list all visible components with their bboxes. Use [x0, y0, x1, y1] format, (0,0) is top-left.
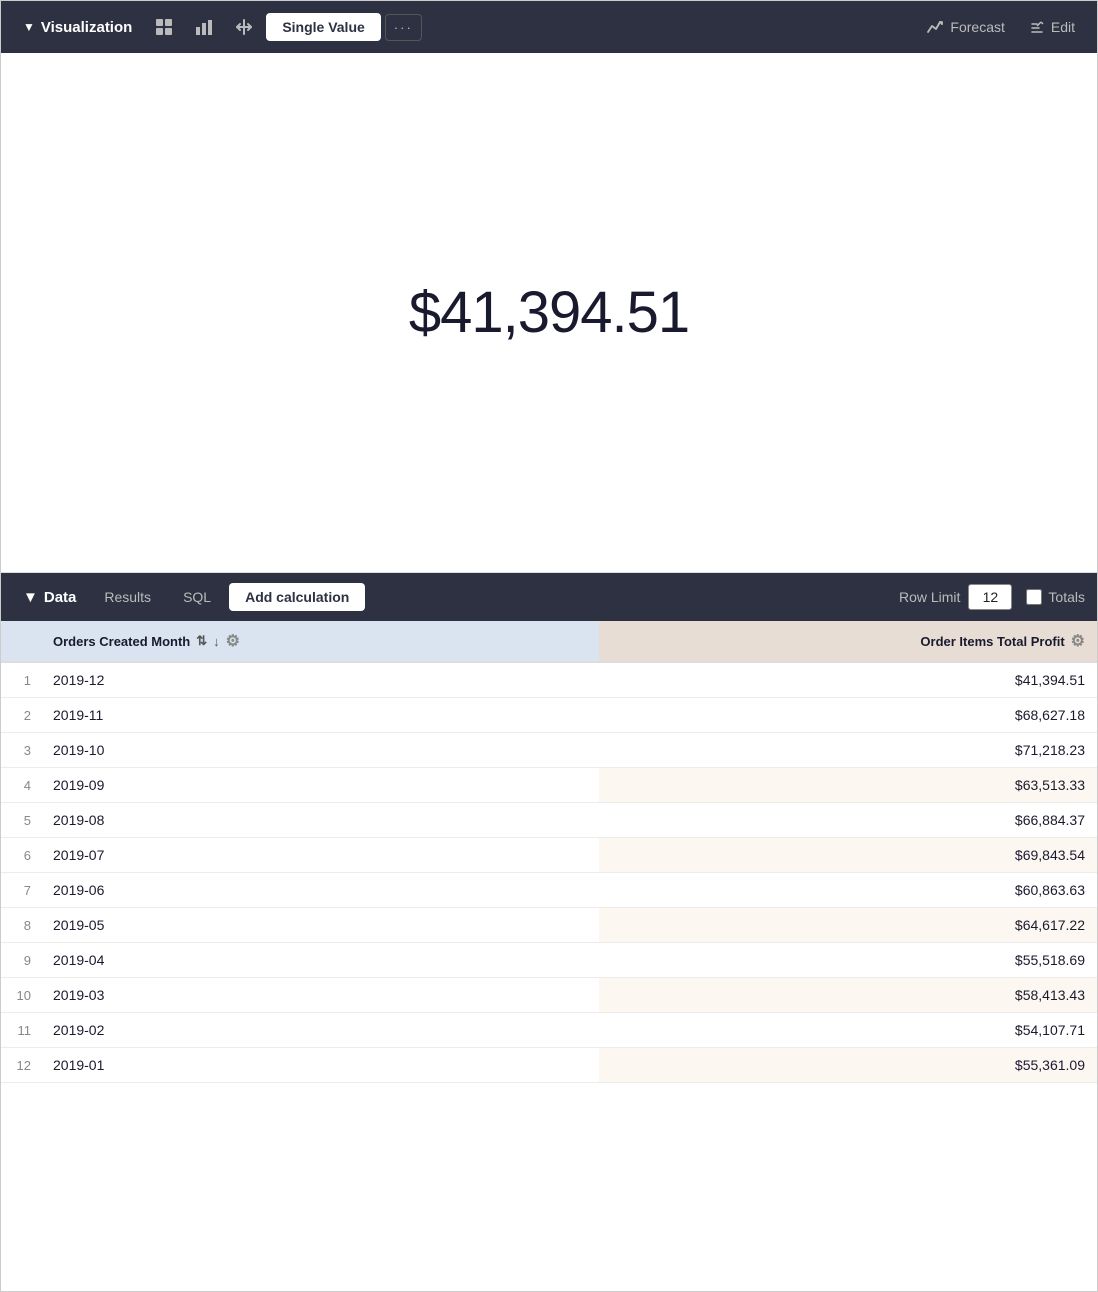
table-row: 7 2019-06 $60,863.63: [1, 873, 1097, 908]
row-date: 2019-06: [41, 873, 599, 908]
row-num: 8: [1, 908, 41, 943]
row-num: 11: [1, 1013, 41, 1048]
row-date: 2019-08: [41, 803, 599, 838]
row-profit: $64,617.22: [599, 908, 1097, 943]
sql-tab[interactable]: SQL: [169, 583, 225, 611]
col-profit-label: Order Items Total Profit: [920, 634, 1064, 649]
row-num: 7: [1, 873, 41, 908]
row-profit: $66,884.37: [599, 803, 1097, 838]
table-row: 1 2019-12 $41,394.51: [1, 662, 1097, 698]
row-date: 2019-11: [41, 698, 599, 733]
row-limit-label: Row Limit: [899, 589, 960, 605]
row-num: 5: [1, 803, 41, 838]
visualization-label: Visualization: [41, 19, 132, 36]
row-profit: $58,413.43: [599, 978, 1097, 1013]
chevron-down-icon: ▼: [23, 20, 35, 34]
col-header-row-num: [1, 621, 41, 662]
bar-chart-icon-button[interactable]: [186, 11, 222, 43]
add-calculation-button[interactable]: Add calculation: [229, 583, 365, 611]
row-date: 2019-05: [41, 908, 599, 943]
data-toggle[interactable]: ▼ Data: [13, 583, 86, 612]
data-label: Data: [44, 589, 77, 606]
table-row: 11 2019-02 $54,107.71: [1, 1013, 1097, 1048]
single-value-tab[interactable]: Single Value: [266, 13, 380, 41]
row-profit: $68,627.18: [599, 698, 1097, 733]
forecast-button[interactable]: Forecast: [916, 12, 1014, 42]
row-date: 2019-03: [41, 978, 599, 1013]
row-num: 6: [1, 838, 41, 873]
visualization-area: $41,394.51: [1, 53, 1097, 573]
table-row: 10 2019-03 $58,413.43: [1, 978, 1097, 1013]
row-num: 1: [1, 662, 41, 698]
table-row: 2 2019-11 $68,627.18: [1, 698, 1097, 733]
data-table-wrapper: Orders Created Month ⇅ ↓ ⚙ Order Items T…: [1, 621, 1097, 1291]
results-tab[interactable]: Results: [90, 583, 165, 611]
row-num: 2: [1, 698, 41, 733]
table-row: 8 2019-05 $64,617.22: [1, 908, 1097, 943]
row-date: 2019-01: [41, 1048, 599, 1083]
row-profit: $55,361.09: [599, 1048, 1097, 1083]
row-profit: $69,843.54: [599, 838, 1097, 873]
edit-label: Edit: [1051, 19, 1075, 35]
row-date: 2019-10: [41, 733, 599, 768]
row-profit: $60,863.63: [599, 873, 1097, 908]
table-row: 6 2019-07 $69,843.54: [1, 838, 1097, 873]
row-date: 2019-07: [41, 838, 599, 873]
col-date-label: Orders Created Month: [53, 634, 190, 649]
totals-text: Totals: [1048, 589, 1085, 605]
row-num: 4: [1, 768, 41, 803]
data-toolbar: ▼ Data Results SQL Add calculation Row L…: [1, 573, 1097, 621]
sort-down-icon: ↓: [213, 634, 220, 649]
row-profit: $54,107.71: [599, 1013, 1097, 1048]
row-num: 9: [1, 943, 41, 978]
table-row: 3 2019-10 $71,218.23: [1, 733, 1097, 768]
sort-icon[interactable]: ⇅: [196, 633, 207, 649]
single-value-display: $41,394.51: [409, 279, 689, 346]
row-date: 2019-02: [41, 1013, 599, 1048]
row-num: 3: [1, 733, 41, 768]
row-num: 10: [1, 978, 41, 1013]
pivot-icon-button[interactable]: [226, 11, 262, 43]
table-row: 4 2019-09 $63,513.33: [1, 768, 1097, 803]
col-header-profit[interactable]: Order Items Total Profit ⚙: [599, 621, 1097, 662]
row-num: 12: [1, 1048, 41, 1083]
profit-col-gear-icon[interactable]: ⚙: [1071, 631, 1085, 651]
table-row: 5 2019-08 $66,884.37: [1, 803, 1097, 838]
row-limit-input[interactable]: [968, 584, 1012, 610]
data-chevron-icon: ▼: [23, 589, 38, 606]
col-header-date[interactable]: Orders Created Month ⇅ ↓ ⚙: [41, 621, 599, 662]
visualization-toggle[interactable]: ▼ Visualization: [13, 13, 142, 42]
date-col-gear-icon[interactable]: ⚙: [226, 631, 240, 651]
data-table: Orders Created Month ⇅ ↓ ⚙ Order Items T…: [1, 621, 1097, 1083]
row-date: 2019-09: [41, 768, 599, 803]
row-date: 2019-04: [41, 943, 599, 978]
forecast-label: Forecast: [950, 19, 1004, 35]
table-icon-button[interactable]: [146, 11, 182, 43]
row-profit: $71,218.23: [599, 733, 1097, 768]
row-profit: $55,518.69: [599, 943, 1097, 978]
row-profit: $63,513.33: [599, 768, 1097, 803]
table-row: 12 2019-01 $55,361.09: [1, 1048, 1097, 1083]
totals-checkbox[interactable]: [1026, 589, 1042, 605]
row-date: 2019-12: [41, 662, 599, 698]
more-options-button[interactable]: ···: [385, 14, 422, 41]
top-toolbar: ▼ Visualization Single: [1, 1, 1097, 53]
row-profit: $41,394.51: [599, 662, 1097, 698]
totals-label: Totals: [1026, 589, 1085, 605]
edit-button[interactable]: Edit: [1019, 13, 1085, 41]
table-row: 9 2019-04 $55,518.69: [1, 943, 1097, 978]
